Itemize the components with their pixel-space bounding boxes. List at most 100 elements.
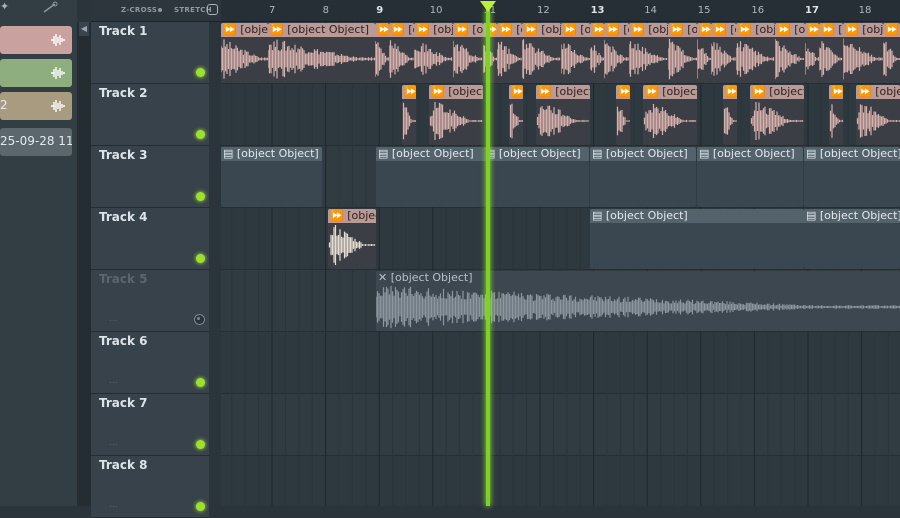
audio-clip[interactable]: ⏩ [object Object] [883, 23, 900, 83]
clip-header[interactable]: ⏩ [object Object] [402, 85, 416, 99]
audio-clip[interactable]: ⏩ [object Object] [616, 85, 630, 145]
pattern-clip[interactable]: ▤ [object Object] [697, 147, 803, 207]
browser-top-icon[interactable]: ✦ [0, 0, 10, 14]
clip-header[interactable]: ⏩ [object Object] [497, 23, 522, 37]
audio-clip[interactable]: ⏩ [object Object] [429, 85, 483, 145]
pattern-clip[interactable]: ▤ [object Object] [483, 147, 589, 207]
track-header[interactable]: Track 2 [91, 84, 209, 146]
track-mute-led-icon[interactable] [194, 314, 205, 325]
timeline-ruler[interactable]: 789101112131415161718 [221, 0, 900, 22]
track-header[interactable]: Track 7... [91, 394, 209, 456]
clip-header[interactable]: ▤ [object Object] [590, 147, 696, 161]
audio-clip[interactable]: ⏩ [object Object] [856, 85, 900, 145]
clip-header[interactable]: ⏩ [object Object] [604, 23, 629, 37]
zcross-toggle[interactable] [158, 8, 162, 12]
track-mute-led-icon[interactable] [196, 502, 205, 511]
track-header[interactable]: Track 6... [91, 332, 209, 394]
clip-header[interactable]: ⏩ [object Object] [389, 23, 414, 37]
clip-header[interactable]: ⏩ [object Object] [819, 23, 843, 37]
clip-header[interactable]: ⏩ [object Object] [453, 23, 483, 37]
link-icon[interactable] [40, 0, 60, 14]
clip-header[interactable]: ⏩ [object Object] [629, 23, 668, 37]
pattern-clip[interactable]: ▤ [object Object] [804, 147, 900, 207]
stretch-toggle[interactable] [207, 4, 218, 15]
clip-header[interactable]: ⏩ [object Object] [616, 85, 630, 99]
clip-header[interactable]: ▤ [object Object] [483, 147, 589, 161]
track-header[interactable]: Track 3 [91, 146, 209, 208]
clip-header[interactable]: ⏩ [object Object] [829, 85, 843, 99]
audio-clip[interactable]: ⏩ [object Object] [453, 23, 483, 83]
clip-header[interactable]: ⏩ [object Object] [429, 85, 483, 99]
playhead-marker-icon[interactable] [479, 1, 496, 12]
clip-header[interactable]: ⏩ [object Object] [221, 23, 268, 37]
pattern-clip[interactable]: ▤ [object Object] [221, 147, 322, 207]
clip-header[interactable]: ⏩ [object Object] [375, 23, 389, 37]
track-header[interactable]: Track 1 [91, 22, 209, 84]
track-mute-led-icon[interactable] [196, 68, 205, 77]
audio-clip[interactable]: ⏩ [object Object] [643, 85, 697, 145]
audio-clip[interactable]: ✕ [object Object] [376, 271, 900, 331]
clip-header[interactable]: ▤ [object Object] [590, 209, 804, 223]
audio-clip[interactable]: ⏩ [object Object] [629, 23, 668, 83]
audio-clip[interactable]: ⏩ [object Object] [590, 23, 604, 83]
clip-header[interactable]: ⏩ [object Object] [561, 23, 590, 37]
audio-clip[interactable]: ⏩ [object Object] [522, 23, 561, 83]
clip-header[interactable]: ⏩ [object Object] [414, 23, 453, 37]
clip-header[interactable]: ▤ [object Object] [376, 147, 483, 161]
clip-header[interactable]: ⏩ [object Object] [328, 209, 376, 223]
clip-header[interactable]: ⏩ [object Object] [805, 23, 819, 37]
clip-header[interactable]: ▤ [object Object] [804, 147, 900, 161]
audio-clip[interactable]: ⏩ [object Object] [402, 85, 416, 145]
track-header[interactable]: Track 4 [91, 208, 209, 270]
pattern-clip[interactable]: ▤ [object Object] [804, 209, 900, 269]
browser-item-audio-2[interactable] [0, 59, 72, 87]
browser-item-audio-1[interactable] [0, 26, 72, 54]
scroll-up-arrow-icon[interactable]: ◀ [79, 22, 89, 36]
track-mute-led-icon[interactable] [196, 192, 205, 201]
clip-header[interactable]: ⏩ [object Object] [750, 85, 804, 99]
clip-header[interactable]: ⏩ [object Object] [856, 85, 900, 99]
clip-header[interactable]: ⏩ [object Object] [668, 23, 697, 37]
clip-header[interactable]: ⏩ [object Object] [268, 23, 375, 37]
audio-clip[interactable]: ⏩ [object Object] [221, 23, 268, 83]
audio-clip[interactable]: ⏩ [object Object] [723, 85, 737, 145]
clip-header[interactable]: ⏩ [object Object] [736, 23, 775, 37]
browser-item-audio-4[interactable]: 25-09-28 11.. [0, 128, 72, 156]
track-mute-led-icon[interactable] [196, 130, 205, 139]
audio-clip[interactable]: ⏩ [object Object] [829, 85, 843, 145]
clip-header[interactable]: ⏩ [object Object] [536, 85, 590, 99]
audio-clip[interactable]: ⏩ [object Object] [268, 23, 375, 83]
audio-clip[interactable]: ⏩ [object Object] [711, 23, 736, 83]
clip-header[interactable]: ⏩ [object Object] [697, 23, 711, 37]
audio-clip[interactable]: ⏩ [object Object] [736, 23, 775, 83]
pattern-clip[interactable]: ▤ [object Object] [376, 147, 483, 207]
clip-header[interactable]: ▤ [object Object] [221, 147, 322, 161]
clip-header[interactable]: ✕ [object Object] [376, 271, 900, 285]
audio-clip[interactable]: ⏩ [object Object] [389, 23, 414, 83]
pattern-clip[interactable]: ▤ [object Object] [590, 147, 696, 207]
track-header[interactable]: Track 5... [91, 270, 209, 332]
clip-header[interactable]: ⏩ [object Object] [643, 85, 697, 99]
audio-clip[interactable]: ⏩ [object Object] [375, 23, 389, 83]
track-mute-led-icon[interactable] [196, 378, 205, 387]
playhead[interactable] [485, 10, 490, 506]
clip-header[interactable]: ⏩ [object Object] [711, 23, 736, 37]
audio-clip[interactable]: ⏩ [object Object] [843, 23, 883, 83]
audio-clip[interactable]: ⏩ [object Object] [561, 23, 590, 83]
audio-clip[interactable]: ⏩ [object Object] [775, 23, 805, 83]
clip-header[interactable]: ⏩ [object Object] [590, 23, 604, 37]
clip-header[interactable]: ⏩ [object Object] [723, 85, 737, 99]
audio-clip[interactable]: ⏩ [object Object] [536, 85, 590, 145]
clip-header[interactable]: ⏩ [object Object] [509, 85, 523, 99]
audio-clip[interactable]: ⏩ [object Object] [805, 23, 819, 83]
track-mute-led-icon[interactable] [196, 440, 205, 449]
audio-clip[interactable]: ⏩ [object Object] [668, 23, 697, 83]
playlist-grid[interactable]: ✕ [object Object] ▤ [object Object] ▤ [obj… [221, 22, 900, 506]
clip-header[interactable]: ▤ [object Object] [697, 147, 803, 161]
pattern-clip[interactable]: ▤ [object Object] [590, 209, 804, 269]
browser-item-audio-3[interactable]: 2 [0, 92, 72, 120]
clip-header[interactable]: ⏩ [object Object] [883, 23, 900, 37]
browser-scrollbar[interactable]: ◀ [77, 22, 91, 506]
track-mute-led-icon[interactable] [196, 254, 205, 263]
track-header[interactable]: Track 8... [91, 456, 209, 518]
